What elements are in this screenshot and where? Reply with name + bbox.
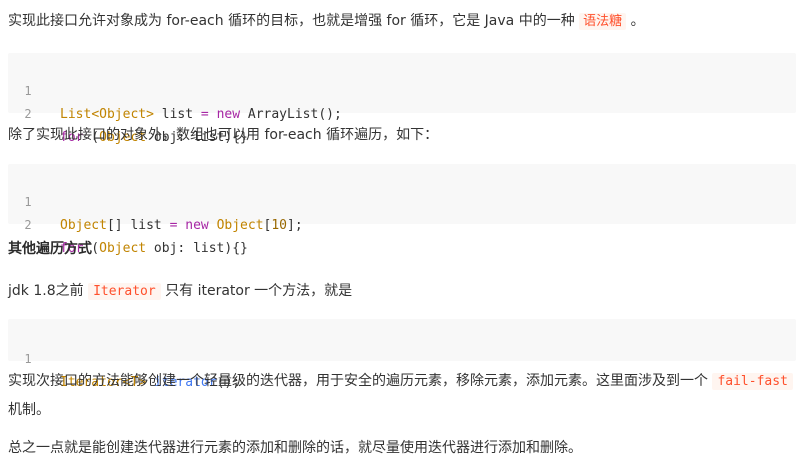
inline-code-iterator: Iterator xyxy=(88,283,161,300)
code-token-generic: <Object> xyxy=(91,107,154,122)
code-line: 2 for (Object obj: list){} xyxy=(8,80,796,145)
code-token-type: List xyxy=(60,107,92,122)
section-heading: 其他遍历方式 xyxy=(8,241,92,257)
paragraph-text: 实现此接口允许对象成为 for-each 循环的目标，也就是增强 for 循环，… xyxy=(8,13,580,29)
paragraph-array-foreach: 除了实现此接口的对象外，数组也可以用 for-each 循环遍历，如下： xyxy=(8,122,794,148)
code-line: 2 for (Object obj: list){} xyxy=(8,191,796,256)
paragraph-text-end: 。 xyxy=(626,13,645,29)
inline-code-fail-fast: fail-fast xyxy=(712,373,793,390)
code-line: 1 List<Object> list = new ArrayList(); xyxy=(8,57,796,122)
code-text: Object[] list = new Object[10]; xyxy=(60,214,303,237)
code-token: ]; xyxy=(287,218,303,233)
code-block-list-foreach: 1 List<Object> list = new ArrayList(); 2… xyxy=(8,53,796,145)
paragraph-fail-fast: 实现次接口的方法能够创建一个轻量级的迭代器，用于安全的遍历元素，移除元素，添加元… xyxy=(8,367,794,424)
line-number: 2 xyxy=(24,218,32,232)
code-token-type: Object xyxy=(216,218,264,233)
paragraph-text: 总之一点就是能创建迭代器进行元素的添加和删除的话，就尽量使用迭代器进行添加和删除… xyxy=(8,440,582,456)
code-token-keyword: new xyxy=(185,218,209,233)
code-token: list xyxy=(153,107,201,122)
code-block-iterator-method: 1 Iterator<T> iterator(); xyxy=(8,319,796,390)
code-token: [] list xyxy=(106,218,170,233)
code-line: 1 Object[] list = new Object[10]; xyxy=(8,168,796,233)
paragraph-text: 实现次接口的方法能够创建一个轻量级的迭代器，用于安全的遍历元素，移除元素，添加元… xyxy=(8,373,713,389)
paragraph-text: 只有 iterator 一个方法，就是 xyxy=(160,283,353,299)
paragraph-text: jdk 1.8之前 xyxy=(8,283,89,299)
code-token: ArrayList(); xyxy=(240,107,342,122)
code-token-keyword: new xyxy=(216,107,241,122)
code-token: obj: list){} xyxy=(146,241,248,256)
code-line: 1 Iterator<T> iterator(); xyxy=(8,325,796,390)
code-token-number: 10 xyxy=(271,218,288,233)
syntax-sugar-tag: 语法糖 xyxy=(579,13,627,30)
code-token-type: Object xyxy=(99,241,147,256)
paragraph-iterable-intro: 实现此接口允许对象成为 for-each 循环的目标，也就是增强 for 循环，… xyxy=(8,8,794,35)
paragraph-jdk-iterator: jdk 1.8之前 Iterator 只有 iterator 一个方法，就是 xyxy=(8,278,794,305)
paragraph-text: 除了实现此接口的对象外，数组也可以用 for-each 循环遍历，如下： xyxy=(8,127,439,143)
paragraph-summary: 总之一点就是能创建迭代器进行元素的添加和删除的话，就尽量使用迭代器进行添加和删除… xyxy=(8,435,794,461)
paragraph-text-end: 机制。 xyxy=(8,402,50,418)
code-token-operator: = xyxy=(200,107,209,122)
code-token-type: Object xyxy=(60,218,107,233)
code-block-array-foreach: 1 Object[] list = new Object[10]; 2 for … xyxy=(8,164,796,256)
